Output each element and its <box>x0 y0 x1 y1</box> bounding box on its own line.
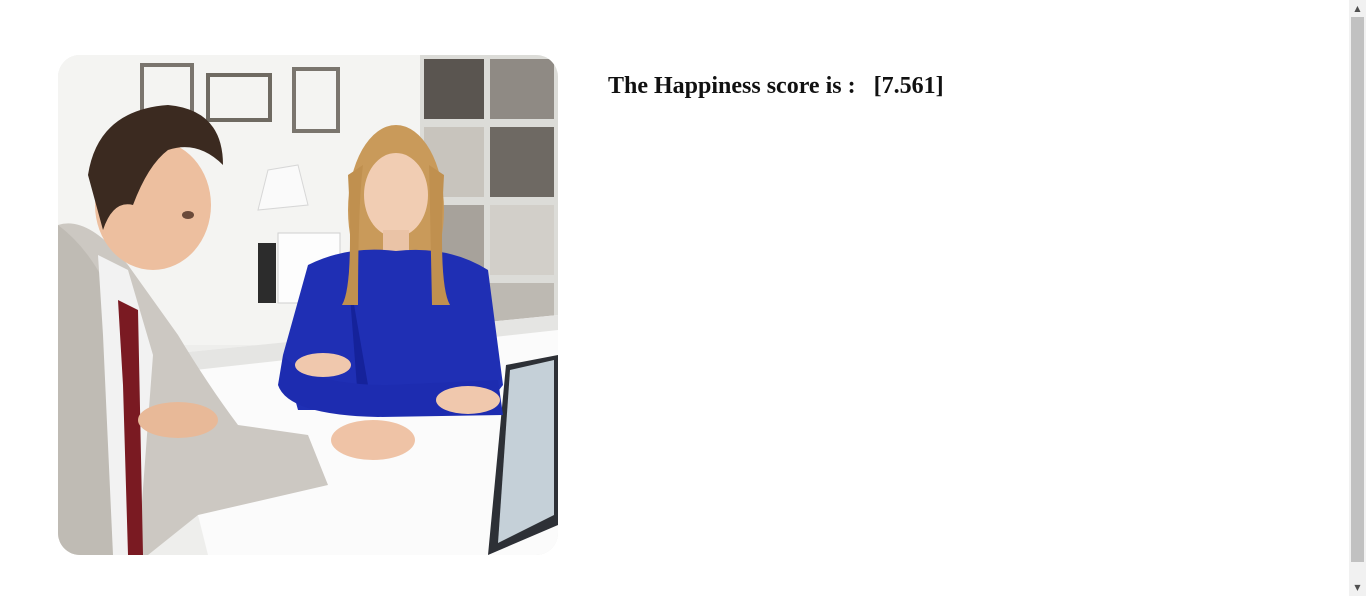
score-value: [7.561] <box>873 73 944 99</box>
page: The Happiness score is : [7.561] <box>0 0 1349 596</box>
scroll-down-arrow-icon[interactable]: ▼ <box>1349 579 1366 596</box>
happiness-score-heading: The Happiness score is : [7.561] <box>608 73 944 100</box>
score-label: The Happiness score is : <box>608 73 856 99</box>
scrollbar-thumb[interactable] <box>1351 17 1364 562</box>
office-meeting-photo <box>58 55 558 555</box>
vertical-scrollbar[interactable]: ▲ ▼ <box>1349 0 1366 596</box>
scroll-up-arrow-icon[interactable]: ▲ <box>1349 0 1366 17</box>
